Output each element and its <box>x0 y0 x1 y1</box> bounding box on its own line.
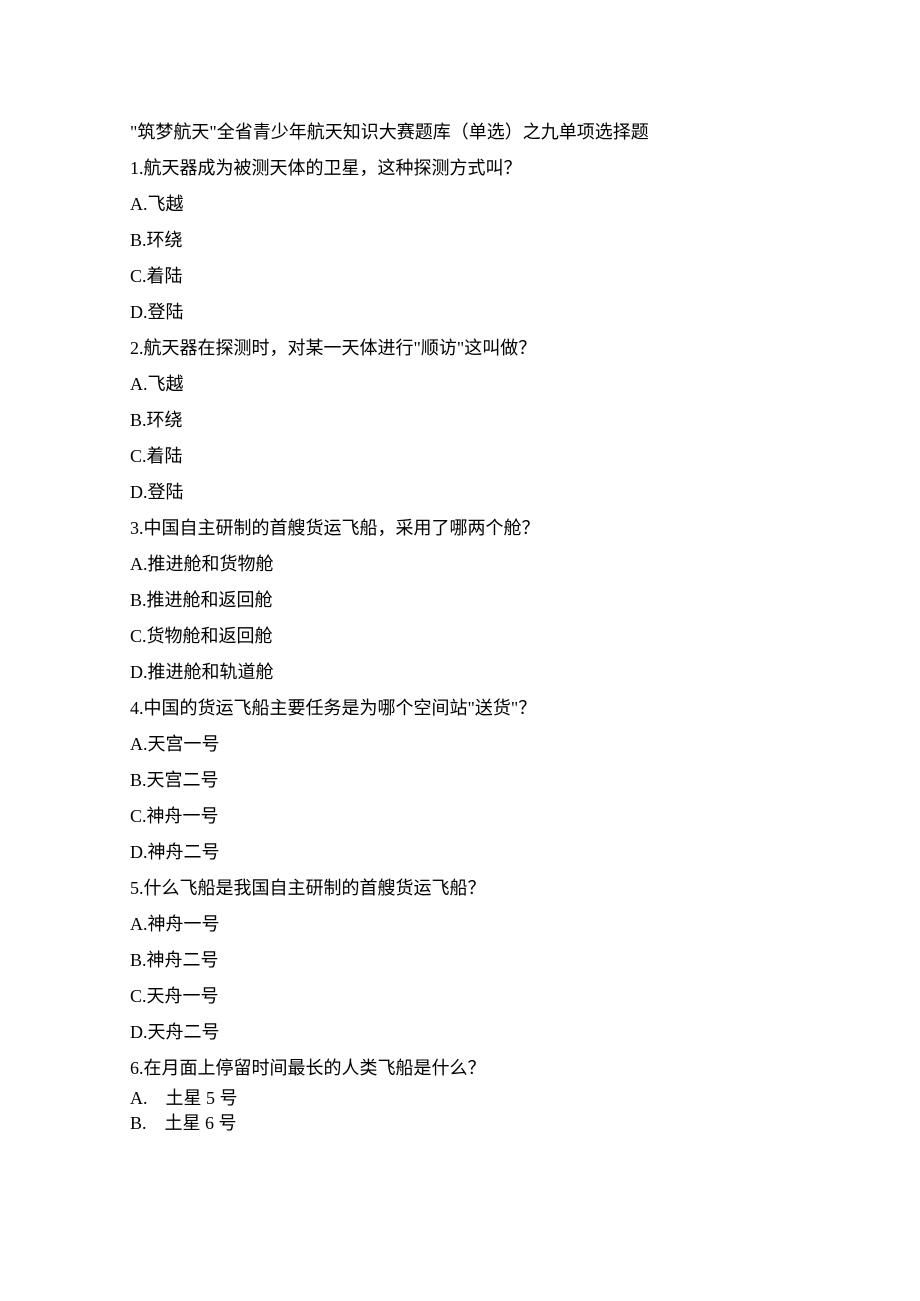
option-d: D.神舟二号 <box>130 834 790 870</box>
option-c: C.货物舱和返回舱 <box>130 618 790 654</box>
document-page: "筑梦航天"全省青少年航天知识大赛题库（单选）之九单项选择题 1.航天器成为被测… <box>0 0 920 1196</box>
option-a: A.飞越 <box>130 186 790 222</box>
option-a: A.天宫一号 <box>130 726 790 762</box>
option-d: D.登陆 <box>130 294 790 330</box>
option-b: B.神舟二号 <box>130 942 790 978</box>
document-title: "筑梦航天"全省青少年航天知识大赛题库（单选）之九单项选择题 <box>130 114 790 150</box>
question-stem: 4.中国的货运飞船主要任务是为哪个空间站"送货"？ <box>130 690 790 726</box>
question-stem: 2.航天器在探测时，对某一天体进行"顺访"这叫做？ <box>130 330 790 366</box>
option-b: B.推进舱和返回舱 <box>130 582 790 618</box>
question-block: 5.什么飞船是我国自主研制的首艘货运飞船？ A.神舟一号 B.神舟二号 C.天舟… <box>130 870 790 1050</box>
question-block: 6.在月面上停留时间最长的人类飞船是什么？ A. 土星 5 号 B. 土星 6 … <box>130 1050 790 1136</box>
option-d: D.推进舱和轨道舱 <box>130 654 790 690</box>
option-b: B. 土星 6 号 <box>130 1111 790 1136</box>
option-b: B.环绕 <box>130 402 790 438</box>
question-stem: 6.在月面上停留时间最长的人类飞船是什么？ <box>130 1050 790 1086</box>
question-stem: 5.什么飞船是我国自主研制的首艘货运飞船？ <box>130 870 790 906</box>
question-stem: 3.中国自主研制的首艘货运飞船，采用了哪两个舱？ <box>130 510 790 546</box>
question-stem: 1.航天器成为被测天体的卫星，这种探测方式叫？ <box>130 150 790 186</box>
option-a: A.飞越 <box>130 366 790 402</box>
question-block: 2.航天器在探测时，对某一天体进行"顺访"这叫做？ A.飞越 B.环绕 C.着陆… <box>130 330 790 510</box>
question-block: 3.中国自主研制的首艘货运飞船，采用了哪两个舱？ A.推进舱和货物舱 B.推进舱… <box>130 510 790 690</box>
option-b: B.天宫二号 <box>130 762 790 798</box>
option-a: A.推进舱和货物舱 <box>130 546 790 582</box>
option-c: C.着陆 <box>130 258 790 294</box>
question-block: 4.中国的货运飞船主要任务是为哪个空间站"送货"？ A.天宫一号 B.天宫二号 … <box>130 690 790 870</box>
option-d: D.登陆 <box>130 474 790 510</box>
option-c: C.着陆 <box>130 438 790 474</box>
option-b: B.环绕 <box>130 222 790 258</box>
option-a: A. 土星 5 号 <box>130 1086 790 1111</box>
option-c: C.神舟一号 <box>130 798 790 834</box>
option-a: A.神舟一号 <box>130 906 790 942</box>
option-d: D.天舟二号 <box>130 1014 790 1050</box>
option-c: C.天舟一号 <box>130 978 790 1014</box>
question-block: 1.航天器成为被测天体的卫星，这种探测方式叫？ A.飞越 B.环绕 C.着陆 D… <box>130 150 790 330</box>
